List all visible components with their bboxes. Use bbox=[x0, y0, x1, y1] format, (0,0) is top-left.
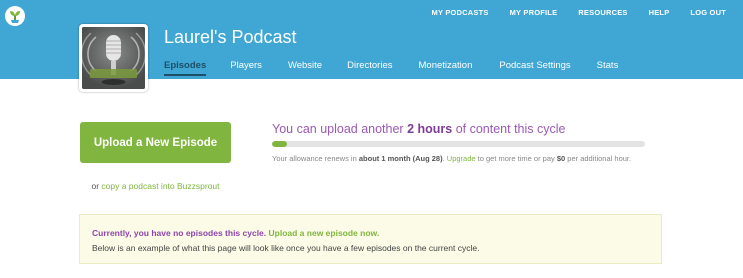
tab-podcast-settings[interactable]: Podcast Settings bbox=[499, 60, 570, 71]
renew-after: to get more time or pay bbox=[475, 154, 557, 163]
copy-prefix: or bbox=[91, 181, 102, 191]
allowance-renewal-text: Your allowance renews in about 1 month (… bbox=[272, 153, 652, 164]
renew-price: $0 bbox=[556, 154, 566, 163]
quota-prefix: You can upload another bbox=[272, 122, 408, 136]
no-episodes-notice: Currently, you have no episodes this cyc… bbox=[79, 214, 662, 264]
nav-my-podcasts[interactable]: MY PODCASTS bbox=[432, 8, 489, 17]
microphone-artwork bbox=[82, 27, 145, 89]
podcast-tabs: Episodes Players Website Directories Mon… bbox=[164, 60, 643, 76]
notice-line-1: Currently, you have no episodes this cyc… bbox=[92, 228, 661, 238]
copy-podcast-line: or copy a podcast into Buzzsprout bbox=[80, 181, 231, 191]
notice-text: Currently, you have no episodes this cyc… bbox=[92, 228, 269, 238]
upload-episode-link[interactable]: Upload a new episode now. bbox=[269, 228, 380, 238]
quota-progress-bar bbox=[272, 141, 645, 147]
tab-monetization[interactable]: Monetization bbox=[419, 60, 473, 71]
upload-new-episode-button[interactable]: Upload a New Episode bbox=[80, 122, 231, 163]
upgrade-link[interactable]: Upgrade bbox=[447, 154, 476, 163]
quota-amount: 2 hours bbox=[407, 122, 453, 136]
podcast-title: Laurel's Podcast bbox=[164, 27, 297, 47]
copy-podcast-link[interactable]: copy a podcast into Buzzsprout bbox=[101, 181, 219, 191]
tab-directories[interactable]: Directories bbox=[347, 60, 392, 71]
nav-resources[interactable]: RESOURCES bbox=[578, 8, 627, 17]
notice-line-2: Below is an example of what this page wi… bbox=[92, 243, 480, 253]
tab-website[interactable]: Website bbox=[288, 60, 322, 71]
nav-my-profile[interactable]: MY PROFILE bbox=[510, 8, 558, 17]
nav-log-out[interactable]: LOG OUT bbox=[690, 8, 726, 17]
nav-help[interactable]: HELP bbox=[649, 8, 670, 17]
quota-suffix: of content this cycle bbox=[452, 122, 566, 136]
podcast-artwork[interactable] bbox=[79, 24, 148, 92]
top-nav: MY PODCASTS MY PROFILE RESOURCES HELP LO… bbox=[411, 8, 726, 17]
upload-quota-heading: You can upload another 2 hours of conten… bbox=[272, 122, 566, 136]
renew-suffix: per additional hour. bbox=[565, 154, 632, 163]
renew-period: about 1 month (Aug 28) bbox=[358, 154, 443, 163]
quota-progress-fill bbox=[272, 141, 287, 147]
tab-episodes[interactable]: Episodes bbox=[164, 60, 207, 76]
tab-stats[interactable]: Stats bbox=[597, 60, 619, 71]
buzzsprout-logo-icon[interactable] bbox=[5, 6, 25, 26]
renew-prefix: Your allowance renews in bbox=[272, 154, 359, 163]
tab-players[interactable]: Players bbox=[230, 60, 262, 71]
